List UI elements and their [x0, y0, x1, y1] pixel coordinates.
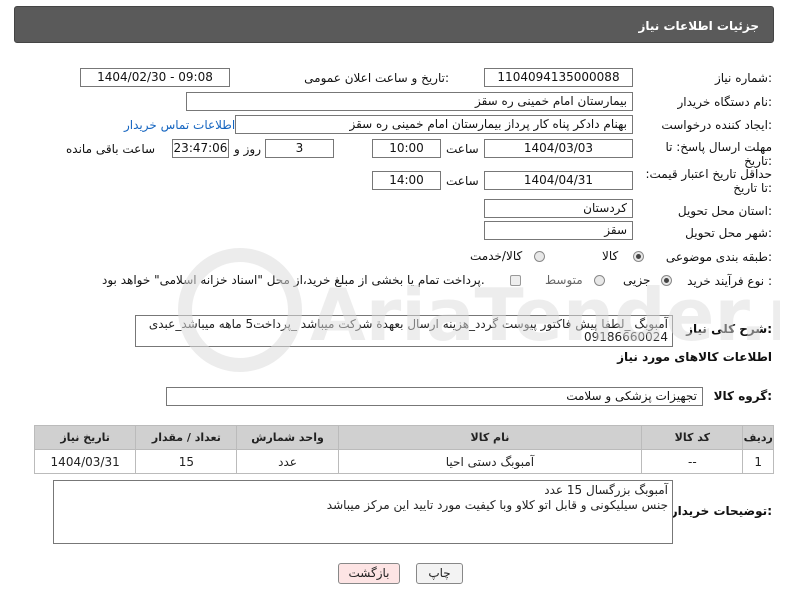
creator-label: ایجاد کننده درخواست:	[661, 118, 772, 132]
cell-code: --	[641, 449, 744, 474]
province-field[interactable]: کردستان	[484, 199, 633, 218]
col-qty-header: تعداد / مقدار	[135, 425, 238, 450]
col-name-header: نام کالا	[337, 425, 643, 450]
cell-qty: 15	[135, 449, 238, 474]
cell-date: 1404/03/31	[33, 449, 137, 474]
col-date-header: تاریخ نیاز	[33, 425, 137, 450]
remaining-label: ساعت باقی مانده	[66, 142, 156, 156]
days-label: روز و	[234, 142, 261, 156]
announce-label: تاریخ و ساعت اعلان عمومی:	[304, 71, 449, 85]
buyer-org-field[interactable]: بیمارستان امام خمینی ره سقز	[186, 92, 633, 111]
reply-time-label: ساعت	[446, 142, 479, 156]
process-medium-label: متوسط	[545, 273, 583, 287]
process-medium-radio[interactable]	[594, 275, 605, 286]
contact-info-link[interactable]: اطلاعات تماس خریدار	[124, 118, 235, 132]
goods-table: ردیف کد کالا نام کالا واحد شمارش تعداد /…	[33, 425, 774, 474]
province-label: استان محل تحویل:	[677, 204, 772, 218]
reply-time-field[interactable]: 10:00	[372, 139, 441, 158]
buyer-notes-label: توضیحات خریدار:	[670, 504, 772, 518]
validity-time-field[interactable]: 14:00	[372, 171, 441, 190]
col-row-header: ردیف	[742, 425, 774, 450]
table-header-row: ردیف کد کالا نام کالا واحد شمارش تعداد /…	[33, 425, 774, 450]
reply-date-field[interactable]: 1404/03/03	[484, 139, 633, 158]
validity-date-field[interactable]: 1404/04/31	[484, 171, 633, 190]
table-row[interactable]: 1 -- آمبوبگ دستی احیا عدد 15 1404/03/31	[33, 449, 774, 474]
col-unit-header: واحد شمارش	[236, 425, 339, 450]
category-goods-service-radio[interactable]	[534, 251, 545, 262]
summary-textarea[interactable]: آمبوبگ _لطفا پیش فاکتور پیوست گردد_هزینه…	[135, 315, 673, 347]
category-goods-radio[interactable]	[633, 251, 644, 262]
process-minor-label: جزیی	[623, 273, 651, 287]
validity-label: حداقل تاریخ اعتبار قیمت: تا تاریخ:	[645, 167, 772, 195]
days-field[interactable]: 3	[265, 139, 334, 158]
city-field[interactable]: سقز	[484, 221, 633, 240]
need-number-field[interactable]: 1104094135000088	[484, 68, 633, 87]
treasury-checkbox[interactable]	[510, 275, 521, 286]
cell-unit: عدد	[236, 449, 339, 474]
buyer-notes-line2: جنس سیلیکونی و قابل اتو کلاو وبا کیفیت م…	[326, 498, 668, 512]
buyer-org-label: نام دستگاه خریدار:	[677, 95, 773, 109]
need-number-label: شماره نیاز:	[714, 71, 772, 85]
goods-group-field[interactable]: تجهیزات پزشکی و سلامت	[166, 387, 703, 406]
goods-info-title: اطلاعات کالاهای مورد نیاز	[617, 350, 772, 364]
back-button[interactable]: بازگشت	[338, 563, 400, 584]
treasury-note: پرداخت تمام یا بخشی از مبلغ خرید،از محل …	[102, 273, 485, 287]
remaining-time-field[interactable]: 23:47:06	[172, 139, 229, 158]
creator-field[interactable]: بهنام دادکر پناه کار پرداز بیمارستان اما…	[235, 115, 633, 134]
cell-name: آمبوبگ دستی احیا	[337, 449, 643, 474]
buyer-notes-line1: آمبوبگ بزرگسال 15 عدد	[544, 483, 668, 497]
col-code-header: کد کالا	[641, 425, 744, 450]
validity-time-label: ساعت	[446, 174, 479, 188]
cell-row: 1	[742, 449, 774, 474]
page-title: جزئیات اطلاعات نیاز	[638, 19, 759, 33]
city-label: شهر محل تحویل:	[685, 226, 772, 240]
announce-field[interactable]: 1404/02/30 - 09:08	[80, 68, 230, 87]
process-label: نوع فرآیند خرید :	[687, 274, 772, 288]
print-button[interactable]: چاپ	[416, 563, 463, 584]
category-goods-service-label: کالا/خدمت	[470, 249, 523, 263]
category-goods-label: کالا	[602, 249, 619, 263]
page-header: جزئیات اطلاعات نیاز	[14, 6, 774, 43]
summary-label: شرح کلی نیاز:	[686, 322, 772, 336]
category-label: طبقه بندی موضوعی:	[665, 250, 772, 264]
buyer-notes-textarea[interactable]: آمبوبگ بزرگسال 15 عدد جنس سیلیکونی و قاب…	[53, 480, 673, 544]
goods-group-label: گروه کالا:	[713, 389, 772, 403]
reply-deadline-label: مهلت ارسال پاسخ: تا تاریخ:	[665, 140, 772, 168]
process-minor-radio[interactable]	[661, 275, 672, 286]
